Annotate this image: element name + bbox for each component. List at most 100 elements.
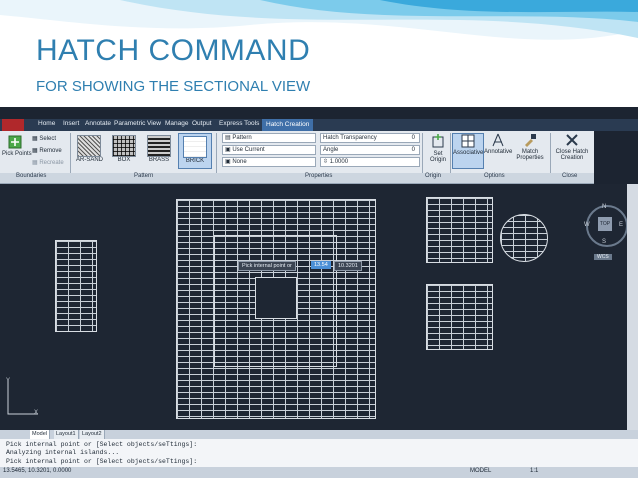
- viewcube-top-face[interactable]: TOP: [598, 217, 612, 231]
- hatch-angle-field[interactable]: Angle 0: [320, 145, 420, 155]
- hatched-square-bottom-right: [426, 284, 493, 350]
- close-hatch-creation-button[interactable]: Close Hatch Creation: [554, 133, 590, 161]
- command-prompt-line[interactable]: Pick internal point or [Select objects/s…: [6, 458, 197, 465]
- pattern-swatch-ar-sand[interactable]: AR-SAND: [76, 135, 104, 163]
- box-label: BOX: [117, 157, 131, 163]
- panel-label-pattern: Pattern: [134, 173, 154, 179]
- annotative-icon: [492, 133, 504, 147]
- autocad-screenshot: Home Insert Annotate Parametric View Man…: [0, 107, 638, 478]
- close-hatch-creation-label: Close Hatch Creation: [555, 149, 589, 161]
- tab-layout1[interactable]: Layout1: [54, 430, 79, 439]
- ribbon-panel-labels: Boundaries Pattern Properties Origin Opt…: [0, 173, 594, 183]
- pick-points-button[interactable]: Pick Points: [2, 135, 32, 157]
- command-history-line: Pick internal point or [Select objects/s…: [6, 441, 198, 448]
- panel-label-boundaries[interactable]: Boundaries: [16, 173, 46, 179]
- island-square: [255, 277, 297, 319]
- panel-label-origin[interactable]: Origin: [425, 173, 441, 179]
- cursor-coordinates: 13.5465, 10.3201, 0.0000: [3, 468, 72, 474]
- ar-sand-label: AR-SAND: [76, 157, 104, 163]
- select-label: Select: [39, 136, 57, 142]
- box-preview: [112, 135, 136, 157]
- transparency-value: 0: [411, 135, 415, 141]
- annotative-toggle[interactable]: Annotative: [484, 133, 512, 155]
- hatch-color-icon: ▣: [225, 147, 231, 153]
- background-color-icon: ▣: [225, 159, 231, 165]
- model-space-toggle[interactable]: MODEL: [470, 468, 491, 474]
- tab-express-tools[interactable]: Express Tools: [219, 120, 259, 127]
- annotative-label: Annotative: [484, 149, 513, 155]
- application-menu-button[interactable]: [2, 119, 24, 131]
- annotation-scale[interactable]: 1:1: [530, 468, 538, 474]
- command-history-line: Analyzing internal islands...: [6, 449, 120, 456]
- hatch-color-select[interactable]: ▣ Use Current: [222, 145, 316, 155]
- compass-north: N: [602, 204, 607, 210]
- tab-manage[interactable]: Manage: [165, 120, 189, 127]
- set-origin-label: Set Origin: [429, 151, 446, 163]
- background-color-select[interactable]: ▣ None: [222, 157, 316, 167]
- compass-west: W: [584, 222, 590, 228]
- tab-output[interactable]: Output: [192, 120, 212, 127]
- panel-label-properties[interactable]: Properties: [305, 173, 332, 179]
- tab-parametric[interactable]: Parametric: [114, 120, 145, 127]
- recreate-icon: ▦: [32, 160, 38, 166]
- tooltip-x-input[interactable]: 13.54: [311, 261, 331, 269]
- pattern-swatch-brass[interactable]: BRASS: [146, 135, 172, 163]
- tooltip-y-input[interactable]: 10.3201: [334, 261, 362, 271]
- match-properties-button[interactable]: Match Properties: [514, 133, 546, 161]
- compass-east: E: [619, 222, 624, 228]
- set-origin-icon: [432, 134, 444, 148]
- brass-label: BRASS: [148, 157, 170, 163]
- select-icon: ▦: [32, 136, 38, 142]
- pick-points-icon: [8, 135, 22, 149]
- hatched-circle: [500, 214, 548, 262]
- remove-label: Remove: [39, 148, 62, 154]
- scale-icon: ⇳: [323, 159, 329, 165]
- pick-points-label: Pick Points: [2, 151, 32, 157]
- tab-view[interactable]: View: [147, 120, 161, 127]
- set-origin-button[interactable]: Set Origin: [426, 133, 450, 163]
- remove-icon: ▦: [32, 148, 38, 154]
- vertical-scrollbar[interactable]: [627, 184, 638, 430]
- brass-preview: [147, 135, 171, 157]
- tab-hatch-creation[interactable]: Hatch Creation: [262, 119, 314, 131]
- command-line[interactable]: Pick internal point or [Select objects/s…: [0, 439, 638, 467]
- match-properties-label: Match Properties: [516, 149, 544, 161]
- associative-label: Associative: [453, 150, 484, 156]
- pattern-swatch-brick[interactable]: BRICK: [178, 133, 212, 169]
- ar-sand-preview: [77, 135, 101, 157]
- hatch-type-select[interactable]: ▤ Pattern: [222, 133, 316, 143]
- ribbon-tab-bar: Home Insert Annotate Parametric View Man…: [0, 119, 638, 131]
- transparency-label: Hatch Transparency: [323, 135, 377, 141]
- status-bar: 13.5465, 10.3201, 0.0000 MODEL 1:1: [0, 467, 638, 478]
- hatch-scale-field[interactable]: ⇳ 1.0000: [320, 157, 420, 167]
- tab-insert[interactable]: Insert: [63, 120, 79, 127]
- select-boundary-button[interactable]: ▦ Select: [32, 135, 56, 142]
- angle-label: Angle: [323, 147, 339, 153]
- panel-label-close: Close: [562, 173, 578, 179]
- hatch-type-icon: ▤: [225, 135, 231, 141]
- panel-label-options[interactable]: Options: [484, 173, 505, 179]
- associative-icon: [461, 134, 475, 148]
- slide-title: HATCH COMMAND: [36, 34, 311, 67]
- tab-layout2[interactable]: Layout2: [80, 430, 105, 439]
- hatch-transparency-field[interactable]: Hatch Transparency 0: [320, 133, 420, 143]
- match-properties-icon: [525, 134, 536, 147]
- wcs-menu[interactable]: WCS: [594, 254, 612, 260]
- hatch-type-value: Pattern: [232, 135, 252, 141]
- associative-toggle[interactable]: Associative: [452, 133, 484, 169]
- tab-home[interactable]: Home: [38, 120, 55, 127]
- recreate-label: Recreate: [39, 160, 64, 166]
- background-color-value: None: [232, 159, 247, 165]
- hatched-square-top-right: [426, 197, 493, 263]
- drawing-canvas[interactable]: TOP N S E W WCS Y X Pick internal point …: [0, 184, 628, 430]
- angle-value: 0: [411, 147, 415, 153]
- layout-tabs-bar: Model Layout1 Layout2: [0, 430, 638, 439]
- tab-model[interactable]: Model: [30, 430, 50, 439]
- pattern-swatch-box[interactable]: BOX: [111, 135, 137, 163]
- hatch-color-value: Use Current: [232, 147, 265, 153]
- remove-boundary-button[interactable]: ▦ Remove: [32, 147, 62, 154]
- recreate-boundary-button[interactable]: ▦ Recreate: [32, 159, 64, 166]
- compass-south: S: [602, 239, 607, 245]
- tooltip-prompt: Pick internal point or: [238, 261, 296, 271]
- tab-annotate[interactable]: Annotate: [85, 120, 111, 127]
